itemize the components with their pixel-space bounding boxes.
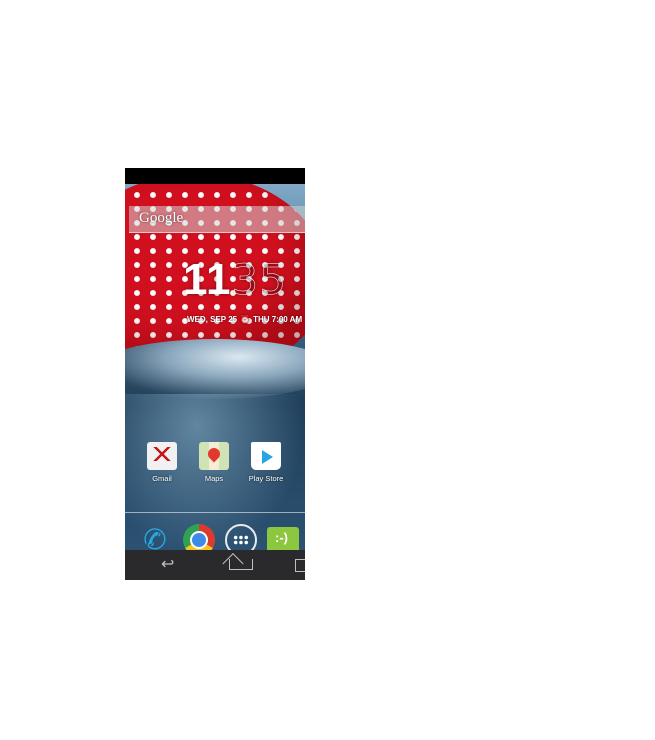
app-maps[interactable]: Maps [192,442,236,483]
dock: ✆ :-) [125,518,305,550]
date-alarm-line: WED, SEP 25 ⏰ THU 7:00 AM [187,315,302,324]
alarm-icon: ⏰ [240,315,251,324]
all-apps-icon[interactable] [225,524,257,550]
play-store-icon [251,442,281,470]
home-button[interactable] [229,559,253,570]
app-label: Maps [204,474,224,483]
phone-icon[interactable]: ✆ [141,522,173,550]
maps-icon [199,442,229,470]
alarm-text: THU 7:00 AM [253,315,303,324]
app-label: Play Store [248,474,284,483]
phone-screen: Google 1135 WED, SEP 25 ⏰ THU 7:00 AM Gmai… [125,168,305,580]
wallpaper: Google 1135 WED, SEP 25 ⏰ THU 7:00 AM Gmai… [125,184,305,550]
navigation-bar: ↩ [125,550,305,580]
gmail-icon [147,442,177,470]
clock-widget[interactable]: 1135 [183,255,287,304]
app-label: Gmail [152,474,172,483]
wallpaper-mushroom-rim [125,339,305,399]
recents-button[interactable] [295,559,305,572]
clock-minute: 35 [231,255,287,304]
back-button[interactable]: ↩ [161,557,174,573]
app-gmail[interactable]: Gmail [140,442,184,483]
status-bar [125,168,305,184]
google-search-label: Google [139,210,184,226]
messaging-icon[interactable]: :-) [267,527,299,550]
app-play-store[interactable]: Play Store [244,442,288,483]
chrome-icon[interactable] [183,524,215,550]
dock-divider [125,512,305,513]
google-search-bar[interactable]: Google [129,206,305,233]
clock-hour: 11 [183,255,232,304]
date-text: WED, SEP 25 [187,315,238,324]
